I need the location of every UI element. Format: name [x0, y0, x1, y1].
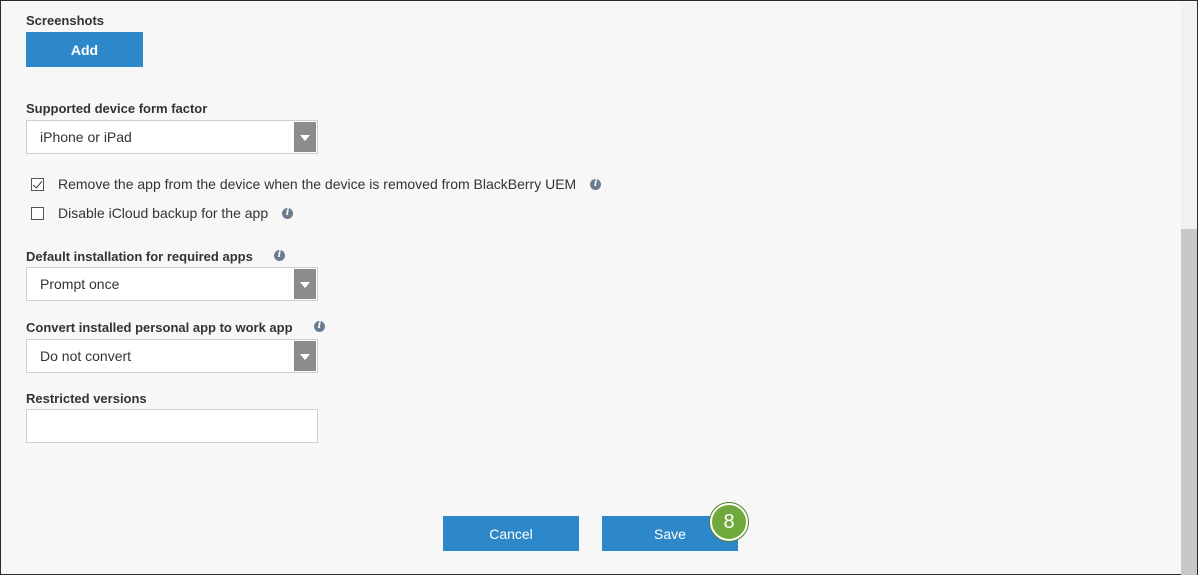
default-install-select[interactable]: Prompt once [26, 267, 318, 301]
callout-badge: 8 [710, 503, 748, 541]
info-icon[interactable]: i [282, 207, 294, 219]
add-screenshot-button[interactable]: Add [26, 32, 143, 67]
form-factor-label: Supported device form factor [26, 101, 208, 116]
convert-label: Convert installed personal app to work a… [26, 320, 293, 335]
disable-icloud-row: Disable iCloud backup for the app i [31, 205, 294, 221]
remove-app-row: Remove the app from the device when the … [31, 176, 602, 192]
chevron-down-icon[interactable] [294, 341, 316, 371]
convert-value: Do not convert [40, 348, 132, 364]
screenshots-label: Screenshots [26, 13, 105, 28]
chevron-down-icon[interactable] [294, 122, 316, 152]
cancel-button[interactable]: Cancel [443, 516, 579, 551]
form-factor-value: iPhone or iPad [40, 129, 132, 145]
info-icon[interactable]: i [274, 250, 285, 261]
remove-app-checkbox[interactable] [31, 177, 44, 191]
disable-icloud-checkbox[interactable] [31, 206, 44, 220]
default-install-label: Default installation for required apps [26, 249, 253, 264]
restricted-versions-input[interactable] [26, 409, 318, 443]
restricted-versions-label: Restricted versions [26, 391, 147, 406]
info-icon[interactable]: i [590, 178, 602, 190]
remove-app-label: Remove the app from the device when the … [58, 176, 577, 192]
app-form-panel: Screenshots Add Supported device form fa… [0, 0, 1198, 575]
convert-select[interactable]: Do not convert [26, 339, 318, 373]
scrollbar-thumb[interactable] [1181, 229, 1197, 575]
default-install-value: Prompt once [40, 276, 120, 292]
chevron-down-icon[interactable] [294, 269, 316, 299]
form-factor-select[interactable]: iPhone or iPad [26, 120, 318, 154]
disable-icloud-label: Disable iCloud backup for the app [58, 205, 269, 221]
info-icon[interactable]: i [314, 321, 325, 332]
